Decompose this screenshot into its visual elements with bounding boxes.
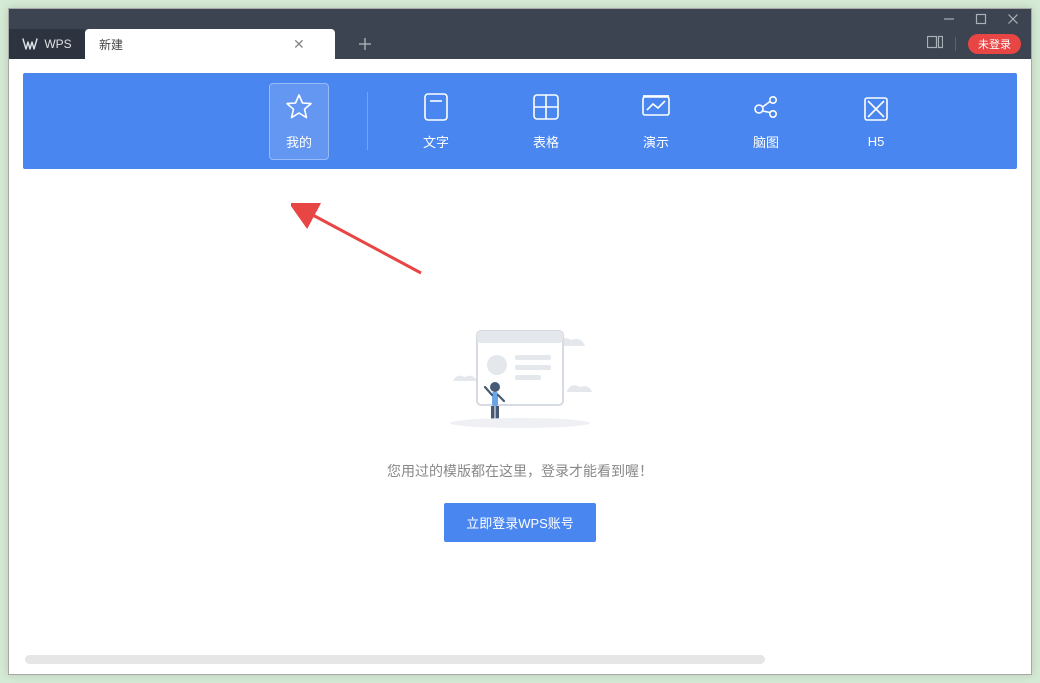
nav-item-mindmap[interactable]: 脑图	[736, 84, 796, 159]
nav-label: 演示	[643, 132, 669, 151]
nav-item-h5[interactable]: H5	[846, 86, 906, 157]
nav-item-presentation[interactable]: 演示	[626, 84, 686, 159]
empty-state: 您用过的模版都在这里，登录才能看到喔！ 立即登录WPS账号	[387, 319, 653, 542]
document-icon	[419, 92, 453, 122]
template-nav-strip: 我的 文字 表格 演示	[23, 73, 1017, 169]
wps-logo-icon	[22, 37, 38, 51]
presentation-icon	[639, 92, 673, 122]
maximize-button[interactable]	[975, 13, 993, 25]
nav-label: 我的	[286, 132, 312, 151]
nav-item-writer[interactable]: 文字	[406, 84, 466, 159]
layout-toggle-icon[interactable]	[927, 35, 943, 54]
nav-item-spreadsheet[interactable]: 表格	[516, 84, 576, 159]
tab-bar: WPS 新建 ✕ 未登录	[9, 29, 1031, 59]
nav-separator	[367, 92, 368, 150]
doc-tab-label: 新建	[99, 36, 123, 53]
horizontal-scrollbar[interactable]	[25, 655, 765, 664]
close-tab-icon[interactable]: ✕	[293, 36, 305, 53]
new-tab-button[interactable]	[347, 29, 383, 59]
nav-label: 文字	[423, 132, 449, 151]
nav-label: H5	[868, 134, 885, 149]
nav-label: 表格	[533, 132, 559, 151]
app-window: WPS 新建 ✕ 未登录 我的	[8, 8, 1032, 675]
table-icon	[529, 92, 563, 122]
h5-icon	[859, 94, 893, 124]
nav-item-mine[interactable]: 我的	[269, 83, 329, 160]
content-area: 我的 文字 表格 演示	[9, 59, 1031, 674]
separator	[955, 37, 956, 51]
login-wps-button[interactable]: 立即登录WPS账号	[444, 503, 596, 542]
nav-label: 脑图	[753, 132, 779, 151]
empty-state-message: 您用过的模版都在这里，登录才能看到喔！	[387, 461, 653, 481]
home-tab[interactable]: WPS	[9, 29, 85, 59]
minimize-button[interactable]	[943, 13, 961, 25]
titlebar	[9, 9, 1031, 29]
plus-icon	[358, 37, 372, 51]
empty-illustration	[435, 319, 605, 429]
tabbar-right: 未登录	[927, 29, 1031, 59]
home-tab-label: WPS	[44, 37, 71, 51]
star-icon	[282, 92, 316, 122]
close-button[interactable]	[1007, 13, 1025, 25]
doc-tab-new[interactable]: 新建 ✕	[85, 29, 335, 59]
login-status-pill[interactable]: 未登录	[968, 34, 1021, 54]
mindmap-icon	[749, 92, 783, 122]
annotation-arrow	[291, 203, 441, 283]
